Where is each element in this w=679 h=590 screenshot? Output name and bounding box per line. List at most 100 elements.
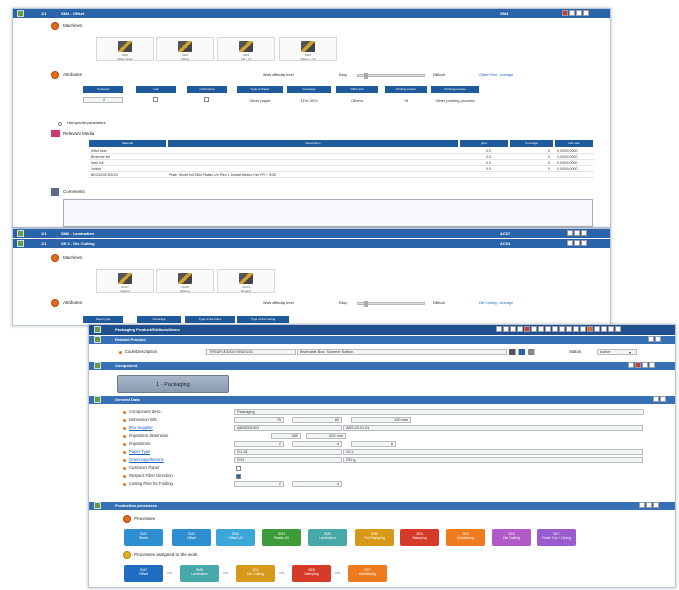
product-desc-field[interactable]: Bivierable Box: Summer Edition — [297, 349, 507, 355]
edit-icon[interactable] — [569, 10, 575, 16]
image-icon[interactable] — [559, 326, 565, 332]
process-tile[interactable]: SE8 Die Cutting — [492, 529, 531, 546]
edit-icon[interactable] — [567, 240, 573, 246]
delete-icon[interactable] — [635, 362, 641, 368]
grid-icon[interactable] — [531, 326, 537, 332]
delete-icon[interactable] — [562, 10, 568, 16]
contours-field[interactable]: 2 — [83, 97, 123, 103]
paper-type-name-field[interactable]: GC1 — [343, 449, 643, 455]
customer-paper-checkbox[interactable] — [236, 466, 241, 471]
field-label[interactable]: Grammage/Bicons — [129, 457, 164, 462]
copy-icon[interactable] — [517, 326, 523, 332]
product-action-icons[interactable] — [509, 349, 541, 355]
assigned-process-tile[interactable]: SE7 Addabbung — [348, 565, 387, 582]
fiber-direction-checkbox[interactable] — [236, 474, 241, 479]
printing-colors-value[interactable]: +6 — [385, 98, 427, 103]
field-label[interactable]: Paper Type — [129, 449, 150, 454]
edit-icon[interactable] — [646, 502, 652, 508]
component-desc-field[interactable]: Packaging — [234, 409, 644, 415]
paper-type-value[interactable]: Other paper — [237, 98, 283, 103]
assigned-process-tile[interactable]: SM2 Offset — [124, 565, 163, 582]
machine-card[interactable]: SM3 SM - 74 — [217, 37, 275, 61]
impositions-b-field[interactable]: 4 — [292, 441, 342, 447]
edit-icon[interactable] — [653, 396, 659, 402]
difficulty-slider[interactable] — [357, 73, 425, 79]
assigned-process-tile[interactable]: SE8 Stamping — [292, 565, 331, 582]
tag-icon[interactable] — [552, 326, 558, 332]
printing-process-value[interactable]: Other printing process — [431, 98, 479, 103]
close-icon[interactable] — [581, 230, 587, 236]
process-tile[interactable]: SM1 Sheet — [124, 529, 163, 546]
close-icon[interactable] — [655, 336, 661, 342]
close-icon[interactable] — [660, 396, 666, 402]
close-icon[interactable] — [581, 240, 587, 246]
edit-icon[interactable] — [648, 336, 654, 342]
paper-type-code-field[interactable]: G1.18 — [234, 449, 342, 455]
expand-icon[interactable] — [601, 326, 607, 332]
minimize-icon[interactable] — [608, 326, 614, 332]
more-params-radio[interactable] — [58, 122, 62, 126]
cutting-plan-a-field[interactable]: 2 — [234, 481, 284, 487]
grammage-code-field[interactable]: G34 — [234, 457, 342, 463]
assigned-process-tile[interactable]: SM5 Lamination — [180, 565, 219, 582]
comments-textarea[interactable] — [63, 199, 593, 227]
slider-thumb[interactable] — [364, 301, 368, 307]
box-supplier-code-field[interactable]: ABGEM1901 — [234, 425, 342, 431]
length-field[interactable]: 60 — [292, 417, 342, 423]
machine-card[interactable]: AC04 Bogard — [217, 269, 275, 293]
settings-icon[interactable] — [538, 326, 544, 332]
height-field[interactable]: 150 mm — [351, 417, 411, 423]
delete-icon[interactable] — [524, 326, 530, 332]
process-tile[interactable]: SM3 Offset UV — [216, 529, 255, 546]
imposition-width-field[interactable]: 380 — [271, 433, 301, 439]
lak-checkbox[interactable] — [153, 97, 158, 102]
add-icon[interactable] — [587, 326, 593, 332]
cut-icon[interactable] — [545, 326, 551, 332]
grammage-value-field[interactable]: 230 g — [343, 457, 643, 463]
coverage-button[interactable]: Coverage — [137, 316, 181, 323]
cold-stamp-checkbox[interactable] — [204, 97, 209, 102]
slider-thumb[interactable] — [364, 73, 368, 79]
impositions-a-field[interactable]: 2 — [234, 441, 284, 447]
product-code-field[interactable]: TRSUFLE3001Y0N00153 — [206, 349, 296, 355]
font-icon[interactable] — [496, 326, 502, 332]
process-tile[interactable]: SE6 Stamping — [400, 529, 439, 546]
machine-card[interactable]: AC08 Alliance — [156, 269, 214, 293]
refresh-icon[interactable] — [573, 326, 579, 332]
process-tile[interactable]: SE7 Finish Cut + Gluing — [537, 529, 576, 546]
process-tile[interactable]: SM2 Offset — [172, 529, 211, 546]
process-tile[interactable]: SM5 Lamination — [308, 529, 347, 546]
paper-type-button[interactable]: Paper type — [83, 316, 123, 323]
difficulty-slider[interactable] — [357, 301, 425, 307]
machine-card[interactable]: AC07 Agrarre — [96, 269, 154, 293]
process-tile[interactable]: SM4 Plastic UV — [262, 529, 301, 546]
imposition-length-field[interactable]: 632 mm — [306, 433, 346, 439]
list-icon[interactable] — [628, 362, 634, 368]
machine-card[interactable]: SM1 Offset sheet — [96, 37, 154, 61]
media-row[interactable]: BKC0225783100 Plate: Sheet foil SM4 Plas… — [89, 172, 594, 178]
assigned-process-tile[interactable]: SE6 Die Cutting — [236, 565, 275, 582]
close-icon[interactable] — [583, 10, 589, 16]
print-icon[interactable] — [503, 326, 509, 332]
width-field[interactable]: 75 — [234, 417, 284, 423]
attributes-link[interactable]: Offset Print - Average — [479, 73, 513, 77]
coverage-value[interactable]: 11%-30% — [287, 98, 331, 103]
copy-icon[interactable] — [642, 362, 648, 368]
list-icon[interactable] — [639, 502, 645, 508]
attributes-link[interactable]: Die Cutting - Average — [479, 301, 513, 305]
machine-card[interactable]: SM4 Offset + UV — [279, 37, 337, 61]
component-packaging-button[interactable]: 1 - Packaging — [117, 375, 229, 393]
copy-icon[interactable] — [576, 10, 582, 16]
list-icon[interactable] — [566, 326, 572, 332]
process-tile[interactable]: SM6 Foil Stamping — [355, 529, 394, 546]
status-chevron-down-icon[interactable]: ▾ — [629, 350, 631, 355]
field-label[interactable]: Box Supplier — [129, 425, 153, 430]
machine-card[interactable]: SM2 Offset — [156, 37, 214, 61]
impositions-total-field[interactable]: 8 — [351, 441, 396, 447]
close-icon[interactable] — [649, 362, 655, 368]
close-icon[interactable] — [653, 502, 659, 508]
close-icon[interactable] — [615, 326, 621, 332]
other-info-value[interactable]: Others — [336, 98, 378, 103]
edit-icon[interactable] — [567, 230, 573, 236]
die-holes-button[interactable]: Type of die holes — [185, 316, 235, 323]
